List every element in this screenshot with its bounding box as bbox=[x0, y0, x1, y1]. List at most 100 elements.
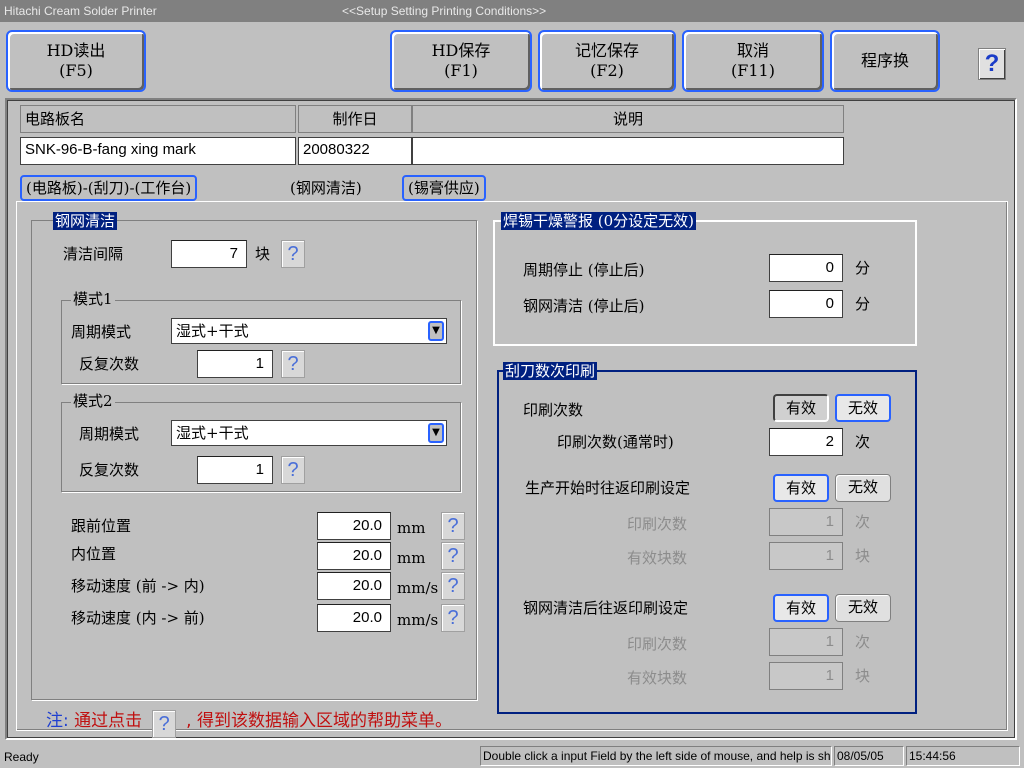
note-text-2: , 得到该数据输入区域的帮助菜单。 bbox=[186, 711, 452, 731]
dry-alarm-group bbox=[493, 220, 917, 346]
hd-read-label: HD读出 bbox=[46, 41, 106, 60]
help-icon[interactable]: ? bbox=[281, 350, 305, 378]
cleaning-group-title: 钢网清洁 bbox=[53, 212, 118, 230]
help-icon[interactable]: ? bbox=[441, 512, 465, 540]
after-clean-sub-count-label: 印刷次数 bbox=[627, 635, 688, 653]
start-sub-blocks-label: 有效块数 bbox=[627, 549, 688, 567]
after-clean-sub-blocks-input[interactable]: 1 bbox=[769, 662, 843, 690]
print-count-label: 印刷次数 bbox=[523, 401, 584, 419]
toolbar: HD读出 (F5) HD保存 (F1) 记忆保存 (F2) 取消 (F11) 程… bbox=[0, 22, 1024, 98]
start-reciprocal-label: 生产开始时往返印刷设定 bbox=[525, 479, 691, 497]
cancel-button[interactable]: 取消 (F11) bbox=[682, 30, 824, 92]
start-valid-toggle[interactable]: 有效 bbox=[773, 474, 829, 502]
mode2-repeat-input[interactable]: 1 bbox=[197, 456, 273, 484]
mode1-repeat-label: 反复次数 bbox=[79, 355, 140, 373]
chevron-down-icon[interactable]: ▼ bbox=[428, 423, 444, 443]
start-invalid-toggle[interactable]: 无效 bbox=[835, 474, 891, 502]
front-position-input[interactable]: 20.0 bbox=[317, 512, 391, 540]
start-sub-blocks-unit: 块 bbox=[855, 547, 871, 565]
speed-front-inner-label: 移动速度 (前 -> 内) bbox=[71, 577, 205, 595]
after-clean-sub-blocks-unit: 块 bbox=[855, 667, 871, 685]
speed-inner-front-input[interactable]: 20.0 bbox=[317, 604, 391, 632]
after-clean-reciprocal-label: 钢网清洁后往返印刷设定 bbox=[523, 599, 689, 617]
help-icon[interactable]: ? bbox=[281, 456, 305, 484]
memory-save-button[interactable]: 记忆保存 (F2) bbox=[538, 30, 676, 92]
cycle-stop-unit: 分 bbox=[855, 259, 871, 277]
mode1-cycle-label: 周期模式 bbox=[71, 323, 132, 341]
board-name-field[interactable]: SNK-96-B-fang xing mark bbox=[20, 137, 296, 165]
date-field[interactable]: 20080322 bbox=[298, 137, 412, 165]
print-count-invalid-toggle[interactable]: 无效 bbox=[835, 394, 891, 422]
mode2-cycle-select[interactable]: 湿式+干式 ▼ bbox=[171, 420, 447, 446]
help-icon[interactable]: ? bbox=[441, 572, 465, 600]
memory-save-label: 记忆保存 bbox=[574, 41, 639, 60]
hd-save-key: (F1) bbox=[444, 61, 478, 80]
hd-read-button[interactable]: HD读出 (F5) bbox=[6, 30, 146, 92]
mode1-cycle-value: 湿式+干式 bbox=[176, 322, 249, 340]
help-icon[interactable]: ? bbox=[441, 542, 465, 570]
tab-board-squeegee-table[interactable]: (电路板)-(刮刀)-(工作台) bbox=[20, 175, 198, 201]
front-position-unit: mm bbox=[397, 519, 426, 537]
start-sub-count-input[interactable]: 1 bbox=[769, 508, 843, 536]
status-date: 08/05/05 bbox=[834, 746, 904, 766]
description-header: 说明 bbox=[412, 105, 844, 133]
after-clean-sub-count-input[interactable]: 1 bbox=[769, 628, 843, 656]
mode2-cycle-value: 湿式+干式 bbox=[176, 424, 249, 442]
status-bar: Ready Double click a input Field by the … bbox=[0, 744, 1024, 768]
cancel-key: (F11) bbox=[731, 61, 775, 80]
mode1-cycle-select[interactable]: 湿式+干式 ▼ bbox=[171, 318, 447, 344]
speed-front-inner-input[interactable]: 20.0 bbox=[317, 572, 391, 600]
inner-position-input[interactable]: 20.0 bbox=[317, 542, 391, 570]
interval-unit: 块 bbox=[255, 245, 271, 263]
mode2-cycle-label: 周期模式 bbox=[79, 425, 140, 443]
status-hint: Double click a input Field by the left s… bbox=[480, 746, 832, 766]
app-title: Hitachi Cream Solder Printer bbox=[4, 4, 157, 18]
mode2-repeat-label: 反复次数 bbox=[79, 461, 140, 479]
speed-front-inner-unit: mm/s bbox=[397, 579, 439, 597]
after-clean-sub-count-unit: 次 bbox=[855, 633, 871, 651]
dry-alarm-title: 焊锡干燥警报 (0分设定无效) bbox=[501, 212, 697, 230]
speed-inner-front-unit: mm/s bbox=[397, 611, 439, 629]
cancel-label: 取消 bbox=[736, 41, 769, 60]
normal-count-label: 印刷次数(通常时) bbox=[557, 433, 674, 451]
stencil-clean-stop-input[interactable]: 0 bbox=[769, 290, 843, 318]
title-bar: Hitachi Cream Solder Printer <<Setup Set… bbox=[0, 0, 1024, 22]
help-icon[interactable]: ? bbox=[281, 240, 305, 268]
help-icon[interactable]: ? bbox=[441, 604, 465, 632]
after-clean-invalid-toggle[interactable]: 无效 bbox=[835, 594, 891, 622]
help-icon[interactable]: ? bbox=[978, 48, 1006, 80]
help-icon[interactable]: ? bbox=[152, 710, 177, 738]
date-header: 制作日 bbox=[298, 105, 412, 133]
screen-title: <<Setup Setting Printing Conditions>> bbox=[342, 4, 547, 18]
print-count-valid-toggle[interactable]: 有效 bbox=[773, 394, 829, 422]
chevron-down-icon[interactable]: ▼ bbox=[428, 321, 444, 341]
hd-save-button[interactable]: HD保存 (F1) bbox=[390, 30, 532, 92]
description-field[interactable] bbox=[412, 137, 844, 165]
stencil-clean-stop-label: 钢网清洁 (停止后) bbox=[523, 297, 645, 315]
squeegee-title: 刮刀数次印刷 bbox=[503, 362, 598, 380]
after-clean-valid-toggle[interactable]: 有效 bbox=[773, 594, 829, 622]
inner-position-label: 内位置 bbox=[71, 545, 117, 563]
speed-inner-front-label: 移动速度 (内 -> 前) bbox=[71, 609, 205, 627]
mode2-title: 模式2 bbox=[71, 392, 115, 410]
mode1-title: 模式1 bbox=[71, 290, 115, 308]
mode1-repeat-input[interactable]: 1 bbox=[197, 350, 273, 378]
status-time: 15:44:56 bbox=[906, 746, 1020, 766]
normal-count-input[interactable]: 2 bbox=[769, 428, 843, 456]
interval-input[interactable]: 7 bbox=[171, 240, 247, 268]
tab-solder-supply[interactable]: (锡膏供应) bbox=[402, 175, 486, 201]
interval-label: 清洁间隔 bbox=[63, 245, 124, 263]
start-sub-blocks-input[interactable]: 1 bbox=[769, 542, 843, 570]
hd-save-label: HD保存 bbox=[431, 41, 491, 60]
main-panel: 电路板名 制作日 说明 SNK-96-B-fang xing mark 2008… bbox=[5, 98, 1017, 740]
cycle-stop-label: 周期停止 (停止后) bbox=[523, 261, 645, 279]
tab-stencil-cleaning[interactable]: (钢网清洁) bbox=[284, 175, 368, 201]
memory-save-key: (F2) bbox=[590, 61, 624, 80]
program-switch-button[interactable]: 程序换 bbox=[830, 30, 940, 92]
cycle-stop-input[interactable]: 0 bbox=[769, 254, 843, 282]
start-sub-count-unit: 次 bbox=[855, 513, 871, 531]
help-note: 注: 通过点击? , 得到该数据输入区域的帮助菜单。 bbox=[46, 706, 452, 738]
start-sub-count-label: 印刷次数 bbox=[627, 515, 688, 533]
status-ready: Ready bbox=[4, 750, 39, 764]
stencil-clean-stop-unit: 分 bbox=[855, 295, 871, 313]
